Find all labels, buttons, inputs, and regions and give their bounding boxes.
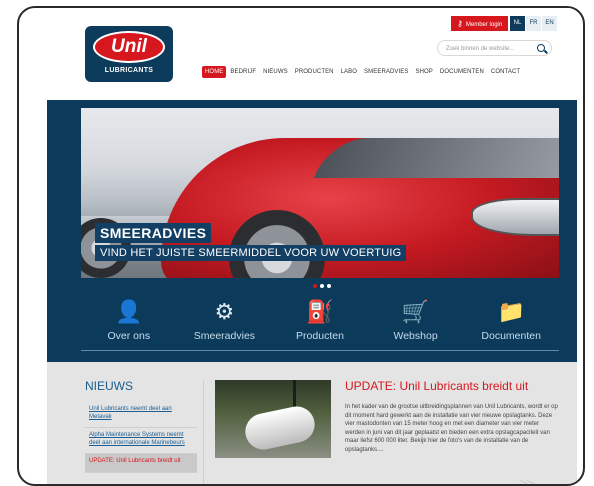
quick-link-webshop[interactable]: 🛒 Webshop bbox=[368, 296, 464, 342]
quick-link-producten[interactable]: ⛽ Producten bbox=[272, 296, 368, 342]
news-heading: NIEUWS bbox=[85, 379, 133, 393]
news-divider bbox=[203, 380, 204, 484]
key-icon: ⚷ bbox=[457, 19, 463, 28]
nav-smeeradvies[interactable]: SMEERADVIES bbox=[361, 66, 411, 78]
logo-subtitle: LUBRICANTS bbox=[104, 67, 154, 74]
folder-icon: 📁 bbox=[497, 299, 525, 324]
member-login-label: Member login bbox=[465, 22, 503, 28]
lang-nl[interactable]: NL bbox=[510, 16, 525, 31]
news-link[interactable]: Unil Lubricants neemt deel aan Metavak bbox=[85, 402, 197, 428]
quick-links: 👤 Over ons ⚙ Smeeradvies ⛽ Producten 🛒 W… bbox=[81, 296, 559, 342]
article-title[interactable]: UPDATE: Unil Lubricants breidt uit bbox=[345, 379, 528, 393]
hero-slider[interactable]: SMEERADVIES VIND HET JUISTE SMEERMIDDEL … bbox=[81, 108, 559, 278]
lang-fr[interactable]: FR bbox=[526, 16, 541, 31]
hero-subtitle: VIND HET JUISTE SMEERMIDDEL VOOR UW VOER… bbox=[95, 245, 407, 261]
search-placeholder: Zoek binnen de website... bbox=[446, 46, 515, 52]
nav-home[interactable]: HOME bbox=[202, 66, 227, 78]
search-icon[interactable] bbox=[537, 44, 545, 52]
news-link-active[interactable]: UPDATE: Unil Lubricants breidt uit bbox=[85, 454, 197, 473]
hero-title: SMEERADVIES bbox=[95, 223, 212, 243]
nav-producten[interactable]: PRODUCTEN bbox=[292, 66, 337, 78]
news-section: NIEUWS Unil Lubricants neemt deel aan Me… bbox=[47, 362, 577, 484]
news-list: Unil Lubricants neemt deel aan Metavak A… bbox=[85, 402, 197, 473]
oil-can-icon: ⛽ bbox=[306, 299, 334, 324]
nav-shop[interactable]: SHOP bbox=[413, 66, 436, 78]
band-divider bbox=[81, 350, 559, 351]
language-switcher: NL FR EN bbox=[509, 16, 557, 31]
lang-en[interactable]: EN bbox=[542, 16, 557, 31]
quick-link-label: Producten bbox=[296, 330, 344, 342]
nav-labo[interactable]: LABO bbox=[338, 66, 360, 78]
slider-dots bbox=[313, 284, 334, 288]
news-link[interactable]: Alpha Maintenance Systems neemt deel aan… bbox=[85, 428, 197, 454]
news-article-image[interactable] bbox=[215, 380, 331, 458]
nav-nieuws[interactable]: NIEUWS bbox=[260, 66, 291, 78]
device-frame: Unil LUBRICANTS ⚷ Member login NL FR EN Z… bbox=[17, 6, 585, 486]
unil-logo[interactable]: Unil LUBRICANTS bbox=[85, 26, 173, 82]
site-header: Unil LUBRICANTS ⚷ Member login NL FR EN Z… bbox=[47, 8, 577, 100]
gears-icon: ⚙ bbox=[214, 299, 235, 324]
browser-screen: Unil LUBRICANTS ⚷ Member login NL FR EN Z… bbox=[47, 8, 577, 484]
main-nav: HOME BEDRIJF NIEUWS PRODUCTEN LABO SMEER… bbox=[202, 66, 524, 78]
logo-wordmark: Unil bbox=[93, 31, 165, 63]
nav-bedrijf[interactable]: BEDRIJF bbox=[227, 66, 259, 78]
hero-band: SMEERADVIES VIND HET JUISTE SMEERMIDDEL … bbox=[47, 100, 577, 362]
quick-link-label: Webshop bbox=[393, 330, 438, 342]
article-body: In het kader van de grootse uitbreidings… bbox=[345, 404, 558, 453]
quick-link-label: Smeeradvies bbox=[193, 330, 256, 342]
car-window bbox=[313, 138, 559, 178]
member-login-button[interactable]: ⚷ Member login bbox=[451, 16, 509, 31]
quick-link-over-ons[interactable]: 👤 Over ons bbox=[81, 296, 177, 342]
quick-link-smeeradvies[interactable]: ⚙ Smeeradvies bbox=[177, 296, 273, 342]
quick-link-label: Documenten bbox=[481, 330, 541, 342]
slider-dot-2[interactable] bbox=[320, 284, 324, 288]
slider-dot-1[interactable] bbox=[313, 284, 317, 288]
person-icon: 👤 bbox=[115, 299, 143, 324]
nav-documenten[interactable]: DOCUMENTEN bbox=[437, 66, 487, 78]
quick-link-label: Over ons bbox=[107, 330, 151, 342]
car-headlight bbox=[471, 198, 559, 236]
search-input[interactable]: Zoek binnen de website... bbox=[437, 40, 552, 56]
nav-contact[interactable]: CONTACT bbox=[488, 66, 523, 78]
quick-link-documenten[interactable]: 📁 Documenten bbox=[463, 296, 559, 342]
storage-tank bbox=[242, 403, 318, 453]
read-more-link[interactable]: >> bbox=[519, 475, 534, 484]
cart-icon: 🛒 bbox=[401, 299, 430, 324]
slider-dot-3[interactable] bbox=[327, 284, 331, 288]
